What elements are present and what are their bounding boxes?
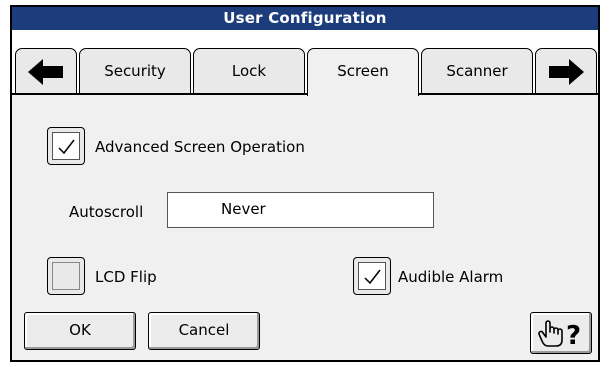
ok-button-label: OK [69,321,91,339]
autoscroll-label: Autoscroll [69,203,144,221]
tab-scanner[interactable]: Scanner [421,48,533,94]
tab-scanner-label: Scanner [446,62,508,80]
checkmark-icon [364,269,381,285]
audible-alarm-checkbox[interactable] [353,257,391,295]
tab-next-button[interactable] [535,48,597,94]
tab-prev-button[interactable] [15,48,77,94]
arrow-left-icon [28,58,63,85]
tab-security-label: Security [104,62,166,80]
lcd-flip-checkbox[interactable] [47,257,85,295]
tab-screen[interactable]: Screen [307,48,419,96]
window-title: User Configuration [12,7,598,30]
cancel-button-label: Cancel [178,321,230,339]
help-button[interactable]: ? [530,312,592,354]
autoscroll-field[interactable]: Never [167,192,434,228]
tab-lock[interactable]: Lock [193,48,305,94]
advanced-screen-operation-label: Advanced Screen Operation [95,138,305,156]
advanced-screen-operation-checkbox[interactable] [47,127,85,165]
cancel-button[interactable]: Cancel [148,312,260,350]
lcd-flip-label: LCD Flip [95,268,157,286]
tab-strip: Security Lock Screen Scanner [12,30,598,96]
user-configuration-dialog: User Configuration Security Lock Screen … [10,5,600,362]
ok-button[interactable]: OK [24,312,136,350]
arrow-right-icon [549,58,584,85]
checkmark-icon [58,139,75,155]
tab-lock-label: Lock [231,62,267,80]
audible-alarm-label: Audible Alarm [398,268,504,286]
tab-divider [12,93,598,95]
hand-question-icon: ? [538,320,581,351]
checkbox-inner [52,132,80,160]
active-tab-gap [308,93,418,95]
checkbox-inner [52,262,80,290]
tab-screen-label: Screen [337,62,389,80]
checkbox-inner [358,262,386,290]
svg-text:?: ? [566,321,581,351]
autoscroll-value: Never [221,200,266,218]
tab-security[interactable]: Security [79,48,191,94]
